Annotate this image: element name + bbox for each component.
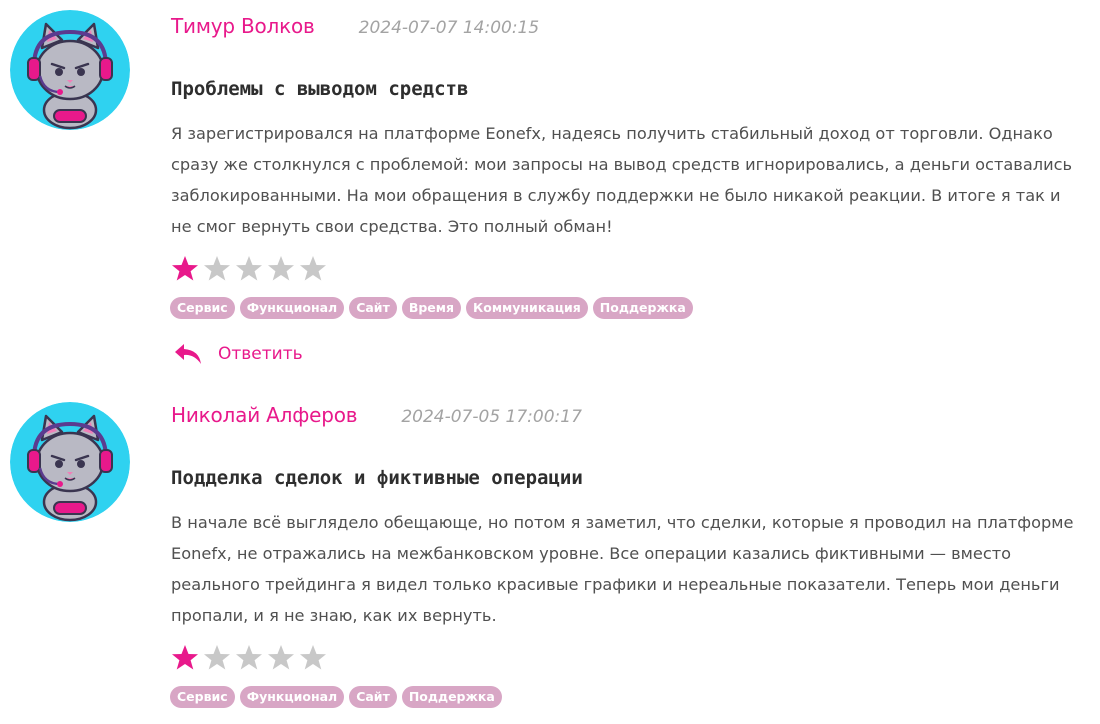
- rating-stars: [170, 643, 330, 673]
- tag: Поддержка: [401, 686, 502, 708]
- review-body: В начале всё выглядело обещающе, но пото…: [171, 513, 1074, 625]
- tag: Сервис: [170, 686, 235, 708]
- star-icon: [266, 254, 298, 284]
- tag: Сервис: [170, 297, 235, 319]
- star-icon: [298, 643, 330, 673]
- star-icon: [202, 643, 234, 673]
- review-date: 2024-07-05 17:00:17: [401, 407, 582, 427]
- review-header: Николай Алферов 2024-07-05 17:00:17: [171, 403, 582, 433]
- star-icon: [234, 643, 266, 673]
- star-icon: [266, 643, 298, 673]
- avatar: [10, 10, 130, 130]
- tag: Коммуникация: [466, 297, 588, 319]
- tag: Сайт: [349, 297, 397, 319]
- review-tags: Сервис Функционал Сайт Поддержка: [170, 686, 502, 708]
- review-title: Подделка сделок и фиктивные операции: [171, 467, 583, 489]
- star-icon: [234, 254, 266, 284]
- review-title: Проблемы с выводом средств: [171, 78, 469, 100]
- review-tags: Сервис Функционал Сайт Время Коммуникаци…: [170, 297, 693, 319]
- star-icon: [170, 643, 202, 673]
- rating-stars: [170, 254, 330, 284]
- cat-gamer-avatar-icon: [10, 402, 130, 522]
- author-name[interactable]: Тимур Волков: [171, 14, 315, 38]
- review-body: Я зарегистрировался на платформе Eonefx,…: [171, 124, 1073, 236]
- review-header: Тимур Волков 2024-07-07 14:00:15: [171, 14, 539, 44]
- tag: Функционал: [239, 297, 345, 319]
- star-icon: [202, 254, 234, 284]
- reply-button[interactable]: Ответить: [173, 342, 303, 366]
- author-name[interactable]: Николай Алферов: [171, 403, 358, 427]
- reply-label: Ответить: [218, 344, 303, 364]
- tag: Поддержка: [592, 297, 693, 319]
- tag: Сайт: [349, 686, 397, 708]
- star-icon: [298, 254, 330, 284]
- avatar: [10, 402, 130, 522]
- tag: Функционал: [239, 686, 345, 708]
- star-icon: [170, 254, 202, 284]
- tag: Время: [401, 297, 462, 319]
- cat-gamer-avatar-icon: [10, 10, 130, 130]
- reply-arrow-icon: [175, 344, 201, 364]
- review-date: 2024-07-07 14:00:15: [358, 18, 540, 38]
